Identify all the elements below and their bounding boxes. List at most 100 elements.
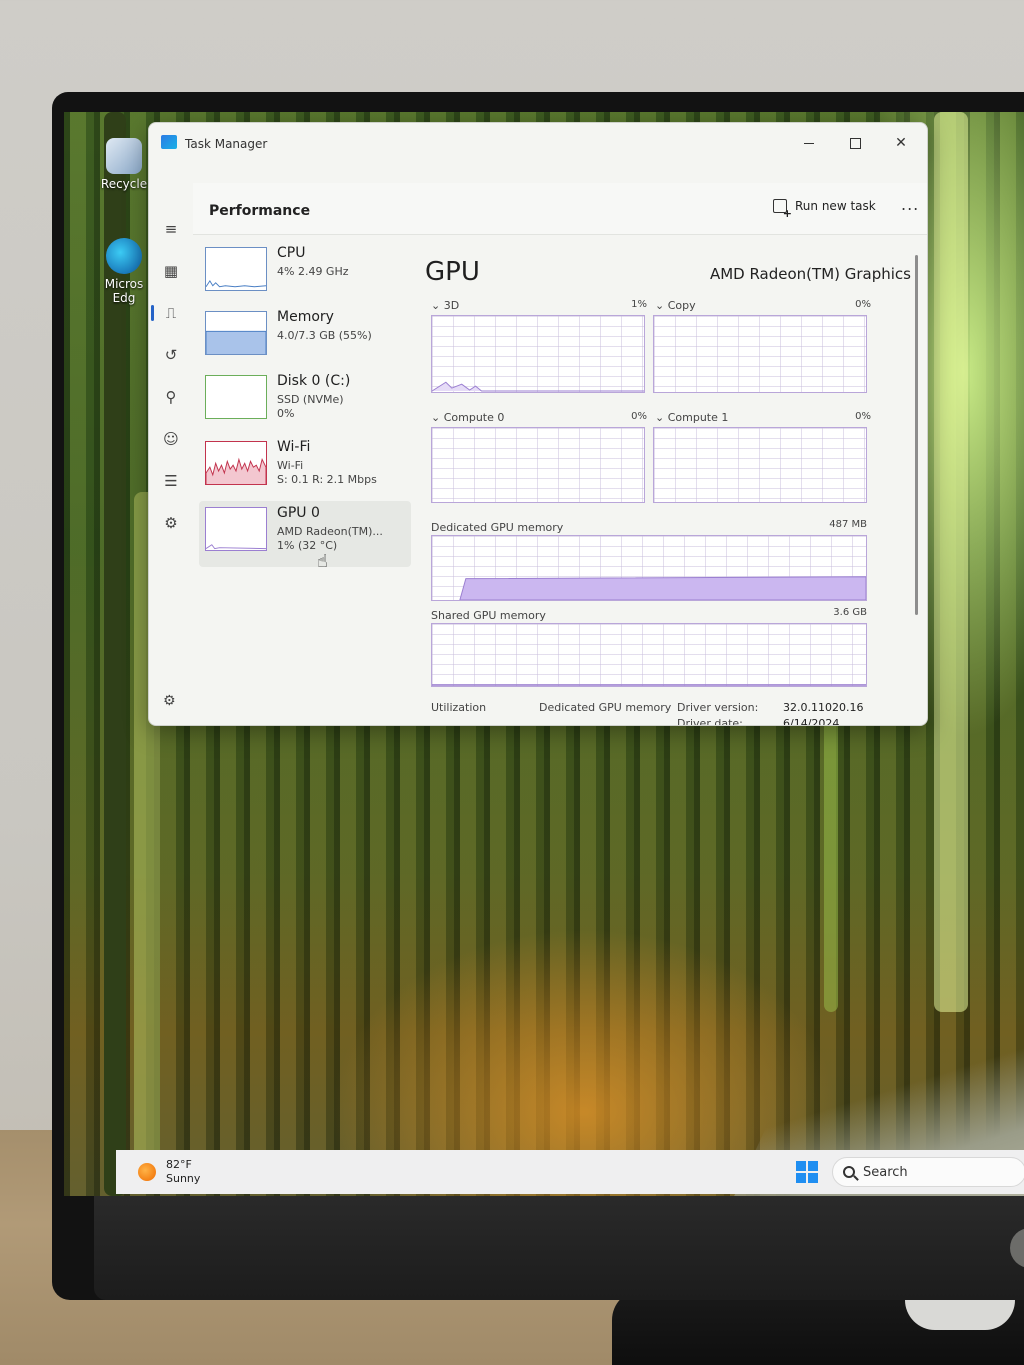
recycle-bin-icon <box>106 138 142 174</box>
engine-value: 0% <box>855 299 871 310</box>
device-name: Wi-Fi <box>277 439 311 455</box>
gpu-thumbnail-graph <box>205 507 267 551</box>
engine-selector-3d[interactable]: ⌄ 3D <box>431 299 459 312</box>
taskbar-search[interactable]: Search <box>832 1157 1024 1187</box>
device-item-gpu[interactable]: GPU 0 AMD Radeon(TM)... 1% (32 °C) <box>199 501 411 567</box>
more-options-button[interactable]: ... <box>901 195 919 214</box>
hamburger-menu-icon[interactable]: ≡ <box>161 219 181 239</box>
windows-logo-icon <box>808 1161 818 1171</box>
task-manager-window: Task Manager ✕ ≡ ▦ ⎍ ↺ ⚲ ☺ ☰ ⚙ ⚙ Perform… <box>148 122 928 726</box>
graph-copy <box>653 315 867 393</box>
engine-value: 1% <box>631 299 647 310</box>
taskbar: 82°F Sunny Search <box>116 1150 1024 1194</box>
device-name: Disk 0 (C:) <box>277 373 351 389</box>
device-item-disk[interactable]: Disk 0 (C:) SSD (NVMe) 0% <box>199 369 411 431</box>
desktop-icon-label: Micros Edg <box>104 277 144 305</box>
engine-label: Compute 1 <box>667 411 729 424</box>
driver-date-label: Driver date: <box>677 717 743 726</box>
close-icon: ✕ <box>895 135 907 151</box>
hand-cursor-icon: ☝ <box>317 551 328 572</box>
utilization-label: Utilization <box>431 701 487 714</box>
desktop-icon-edge[interactable]: Micros Edg <box>94 238 154 305</box>
graph-compute-0 <box>431 427 645 503</box>
app-history-icon[interactable]: ↺ <box>161 345 181 365</box>
window-title: Task Manager <box>185 137 268 151</box>
windows-logo-icon <box>808 1173 818 1183</box>
search-label: Search <box>863 1164 908 1180</box>
performance-icon[interactable]: ⎍ <box>151 303 181 323</box>
device-item-cpu[interactable]: CPU 4% 2.49 GHz <box>199 241 411 303</box>
device-name: GPU 0 <box>277 505 320 521</box>
device-list: CPU 4% 2.49 GHz Memory 4.0/7.3 GB (55%) … <box>193 235 423 725</box>
page-header: Performance Run new task ... <box>193 183 927 235</box>
device-detail: 4.0/7.3 GB (55%) <box>277 329 372 342</box>
dedicated-memory-graph <box>431 535 867 601</box>
device-detail: S: 0.1 R: 2.1 Mbps <box>277 473 377 486</box>
disk-thumbnail-graph <box>205 375 267 419</box>
engine-value: 0% <box>631 411 647 422</box>
device-detail: AMD Radeon(TM)... <box>277 525 383 538</box>
engine-label: 3D <box>443 299 460 312</box>
gpu-detail-panel: GPU AMD Radeon(TM) Graphics ⌄ 3D 1% ⌄ Co… <box>425 235 915 726</box>
graph-compute-1 <box>653 427 867 503</box>
title-bar[interactable]: Task Manager ✕ <box>149 123 927 163</box>
wallpaper-stalk <box>934 112 968 1012</box>
device-detail: SSD (NVMe) <box>277 393 344 406</box>
monitor-chin <box>94 1196 1024 1300</box>
driver-version-label: Driver version: <box>677 701 759 714</box>
desktop-icon-recycle-bin[interactable]: Recycle <box>94 138 154 191</box>
settings-gear-icon[interactable]: ⚙ <box>163 693 176 709</box>
driver-version-value: 32.0.11020.16 <box>783 701 864 714</box>
shared-memory-max: 3.6 GB <box>833 607 867 618</box>
gpu-model-name: AMD Radeon(TM) Graphics <box>709 265 911 283</box>
device-item-wifi[interactable]: Wi-Fi Wi-Fi S: 0.1 R: 2.1 Mbps <box>199 435 411 497</box>
weather-condition: Sunny <box>166 1172 201 1185</box>
panel-scrollbar[interactable] <box>915 255 918 615</box>
device-detail: 4% 2.49 GHz <box>277 265 349 278</box>
run-new-task-icon <box>773 199 792 220</box>
start-button[interactable] <box>796 1161 818 1183</box>
weather-temperature: 82°F <box>166 1158 192 1171</box>
engine-label: Copy <box>667 299 696 312</box>
run-new-task-button[interactable]: Run new task <box>773 199 876 220</box>
processes-icon[interactable]: ▦ <box>161 261 181 281</box>
minimize-button[interactable] <box>789 129 829 157</box>
engine-selector-compute-1[interactable]: ⌄ Compute 1 <box>655 411 728 424</box>
startup-apps-icon[interactable]: ⚲ <box>161 387 181 407</box>
details-icon[interactable]: ☰ <box>161 471 181 491</box>
windows-logo-icon <box>796 1161 806 1171</box>
task-manager-app-icon <box>161 135 177 149</box>
device-detail: 1% (32 °C) <box>277 539 338 552</box>
desktop-screen: Recycle Micros Edg Task Manager ✕ ≡ ▦ ⎍ … <box>64 112 1024 1196</box>
memory-thumbnail-graph <box>205 311 267 355</box>
engine-selector-copy[interactable]: ⌄ Copy <box>655 299 696 312</box>
weather-widget[interactable]: 82°F Sunny <box>138 1158 200 1186</box>
search-icon <box>843 1166 855 1178</box>
desktop-icon-label: Recycle <box>100 177 148 191</box>
device-detail: Wi-Fi <box>277 459 304 472</box>
maximize-button[interactable] <box>835 129 875 157</box>
engine-label: Compute 0 <box>443 411 505 424</box>
gpu-heading: GPU <box>425 257 480 287</box>
run-new-task-label: Run new task <box>795 199 876 213</box>
engine-value: 0% <box>855 411 871 422</box>
shared-memory-graph <box>431 623 867 687</box>
engine-selector-compute-0[interactable]: ⌄ Compute 0 <box>431 411 504 424</box>
close-button[interactable]: ✕ <box>881 129 921 157</box>
device-detail: 0% <box>277 407 295 420</box>
services-icon[interactable]: ⚙ <box>161 513 181 533</box>
cpu-thumbnail-graph <box>205 247 267 291</box>
device-name: CPU <box>277 245 306 261</box>
driver-date-value: 6/14/2024 <box>783 717 840 726</box>
dedicated-memory-stat-label: Dedicated GPU memory <box>539 701 672 714</box>
graph-3d <box>431 315 645 393</box>
wifi-thumbnail-graph <box>205 441 267 485</box>
page-title: Performance <box>209 203 311 219</box>
device-item-memory[interactable]: Memory 4.0/7.3 GB (55%) <box>199 305 411 367</box>
dedicated-memory-label: Dedicated GPU memory <box>431 521 564 534</box>
device-name: Memory <box>277 309 334 325</box>
windows-logo-icon <box>796 1173 806 1183</box>
shared-memory-label: Shared GPU memory <box>431 609 546 622</box>
users-icon[interactable]: ☺ <box>161 429 181 449</box>
sun-icon <box>138 1163 156 1181</box>
